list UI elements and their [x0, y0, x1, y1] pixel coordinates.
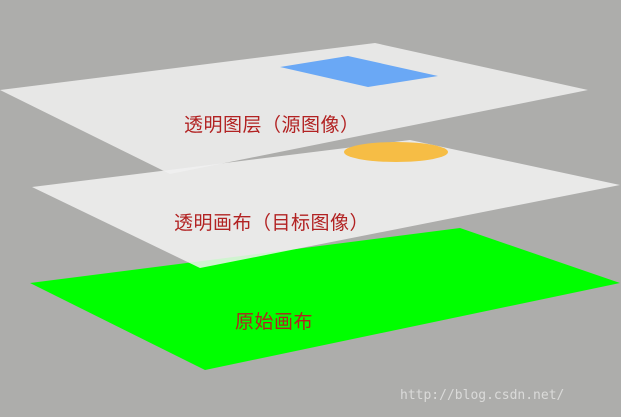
- layer-diagram: 透明图层（源图像） 透明画布（目标图像） 原始画布 http://blog.cs…: [0, 0, 621, 417]
- original-canvas-plane: [30, 228, 620, 370]
- transparent-layer-label: 透明图层（源图像）: [184, 114, 360, 136]
- target-ellipse-shape: [344, 142, 448, 162]
- watermark-text: http://blog.csdn.net/: [400, 388, 565, 403]
- transparent-canvas-label: 透明画布（目标图像）: [174, 212, 370, 234]
- original-canvas-label: 原始画布: [235, 311, 314, 333]
- transparent-layer-plane: [0, 43, 588, 174]
